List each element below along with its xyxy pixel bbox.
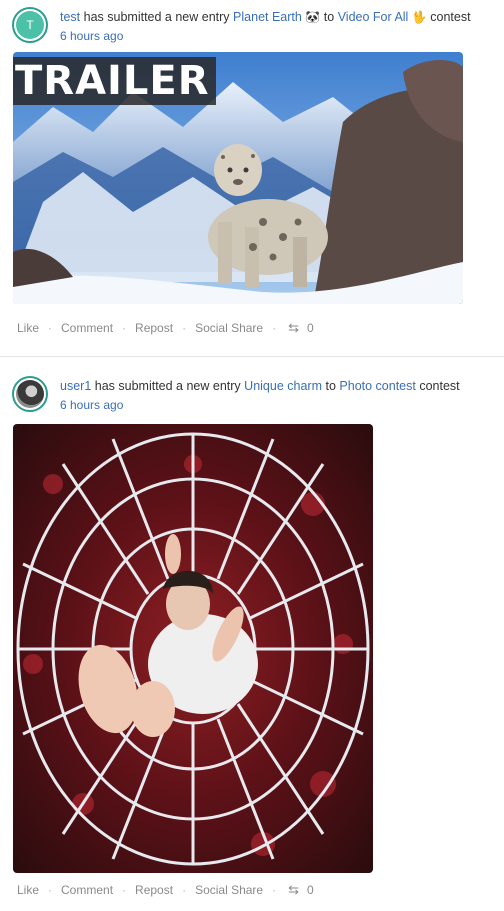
user-link[interactable]: test xyxy=(60,10,80,24)
separator-dot: · xyxy=(272,321,277,335)
social-share-button[interactable]: Social Share xyxy=(195,883,263,897)
separator-dot: · xyxy=(182,883,187,897)
separator-dot: · xyxy=(122,321,127,335)
feed-item-actions: Like · Comment · Repost · Social Share ·… xyxy=(17,882,314,898)
comment-button[interactable]: Comment xyxy=(61,321,113,335)
user-link[interactable]: user1 xyxy=(60,379,91,393)
contest-link[interactable]: Photo contest xyxy=(339,379,415,393)
avatar-initial: T xyxy=(16,11,44,39)
entry-link[interactable]: Unique charm xyxy=(244,379,322,393)
vulcan-salute-icon: 🖖 xyxy=(411,10,427,24)
to-text: to xyxy=(323,10,335,24)
contest-suffix: contest xyxy=(430,10,471,24)
cage-portrait-image xyxy=(13,424,373,873)
timestamp-link[interactable]: 6 hours ago xyxy=(60,28,471,44)
feed-item-actions: Like · Comment · Repost · Social Share ·… xyxy=(17,320,314,336)
share-count: 0 xyxy=(307,883,314,897)
panda-icon: 🐼 xyxy=(305,10,321,24)
like-button[interactable]: Like xyxy=(17,321,39,335)
social-share-button[interactable]: Social Share xyxy=(195,321,263,335)
contest-suffix: contest xyxy=(419,379,460,393)
separator-dot: · xyxy=(48,321,53,335)
repost-count-icon[interactable]: ⇆ xyxy=(288,320,299,336)
avatar[interactable]: T xyxy=(12,7,48,43)
entry-photo[interactable] xyxy=(13,424,373,873)
separator-dot: · xyxy=(122,883,127,897)
timestamp-link[interactable]: 6 hours ago xyxy=(60,397,460,413)
action-text: has submitted a new entry xyxy=(94,379,241,393)
activity-text: user1 has submitted a new entry Unique c… xyxy=(60,378,460,394)
activity-text: test has submitted a new entry Planet Ea… xyxy=(60,9,471,25)
repost-button[interactable]: Repost xyxy=(135,883,173,897)
separator-dot: · xyxy=(48,883,53,897)
avatar-photo xyxy=(16,380,44,408)
like-button[interactable]: Like xyxy=(17,883,39,897)
avatar[interactable] xyxy=(12,376,48,412)
repost-count-icon[interactable]: ⇆ xyxy=(288,882,299,898)
repost-button[interactable]: Repost xyxy=(135,321,173,335)
feed-divider xyxy=(0,356,504,357)
share-count: 0 xyxy=(307,321,314,335)
feed-item-header: user1 has submitted a new entry Unique c… xyxy=(12,376,460,413)
trailer-badge: TRAILER xyxy=(13,57,216,105)
feed-item-meta: user1 has submitted a new entry Unique c… xyxy=(60,378,460,413)
comment-button[interactable]: Comment xyxy=(61,883,113,897)
feed-item-meta: test has submitted a new entry Planet Ea… xyxy=(60,9,471,44)
entry-link[interactable]: Planet Earth xyxy=(233,10,302,24)
action-text: has submitted a new entry xyxy=(83,10,230,24)
separator-dot: · xyxy=(182,321,187,335)
to-text: to xyxy=(325,379,336,393)
feed-item-header: T test has submitted a new entry Planet … xyxy=(12,7,471,44)
separator-dot: · xyxy=(272,883,277,897)
entry-video-thumbnail[interactable]: TRAILER xyxy=(13,52,463,304)
contest-link[interactable]: Video For All xyxy=(338,10,409,24)
